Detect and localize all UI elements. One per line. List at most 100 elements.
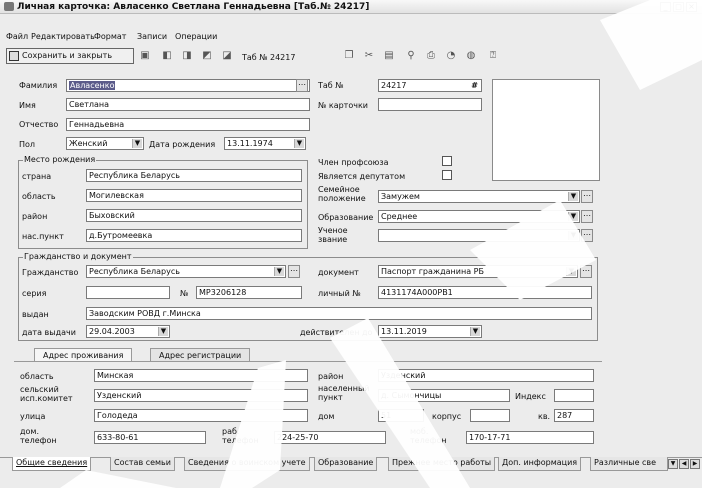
education-label: Образование bbox=[318, 213, 374, 222]
sex-select[interactable]: Женский ▼ bbox=[66, 137, 144, 150]
doc-lookup-button[interactable]: ⋯ bbox=[580, 265, 592, 278]
save-icon[interactable]: ▣ bbox=[138, 49, 152, 63]
addr-district-label: район bbox=[318, 372, 344, 381]
attach-icon[interactable]: ◍ bbox=[464, 49, 478, 63]
issue-date-dropdown-icon[interactable]: ▼ bbox=[158, 327, 168, 336]
bp-district-input[interactable]: Быховский bbox=[86, 209, 302, 222]
minimize-button[interactable]: _ bbox=[660, 2, 671, 12]
personal-no-input[interactable]: 4131174А000РВ1 bbox=[378, 286, 592, 299]
citizenship-lookup-button[interactable]: ⋯ bbox=[288, 265, 300, 278]
copy-icon[interactable]: ❐ bbox=[342, 49, 356, 63]
marital-select[interactable]: Замужем ▼ bbox=[378, 190, 580, 203]
tab-misc[interactable]: Различные све bbox=[590, 457, 668, 471]
paste-icon[interactable]: ▤ bbox=[382, 49, 396, 63]
cardno-input[interactable] bbox=[378, 98, 482, 111]
citizenship-dropdown-icon[interactable]: ▼ bbox=[274, 267, 284, 276]
series-input[interactable] bbox=[86, 286, 170, 299]
addr-region-input[interactable]: Минская bbox=[94, 369, 308, 382]
work-phone-input[interactable]: 224-25-70 bbox=[274, 431, 386, 444]
mobile-input[interactable]: 170-17-71 bbox=[466, 431, 594, 444]
union-label: Член профсоюза bbox=[318, 158, 389, 167]
window-title: Личная карточка: Авласенко Светлана Генн… bbox=[17, 2, 370, 12]
issued-input[interactable]: Заводским РОВД г.Минска bbox=[86, 307, 592, 320]
close-button[interactable]: × bbox=[686, 2, 697, 12]
doc-dropdown-icon[interactable]: ▼ bbox=[566, 267, 576, 276]
home-phone-input[interactable]: 633-80-61 bbox=[94, 431, 206, 444]
name-input[interactable]: Светлана bbox=[66, 98, 310, 111]
series-label: серия bbox=[22, 289, 47, 298]
tab-address-living[interactable]: Адрес проживания bbox=[34, 348, 133, 362]
help-icon[interactable]: ⍰ bbox=[486, 49, 500, 63]
print-icon[interactable]: ⎙ bbox=[424, 49, 438, 63]
education-select[interactable]: Среднее ▼ bbox=[378, 210, 580, 223]
tab-previous-job[interactable]: Прежнее место работы bbox=[388, 457, 496, 471]
menu-file[interactable]: Файл bbox=[6, 32, 28, 41]
tab-address-registration[interactable]: Адрес регистрации bbox=[150, 348, 251, 362]
preview-icon[interactable]: ◔ bbox=[444, 49, 458, 63]
bp-country-input[interactable]: Республика Беларусь bbox=[86, 169, 302, 182]
maximize-button[interactable]: □ bbox=[673, 2, 684, 12]
first-record-icon[interactable]: ◧ bbox=[160, 49, 174, 63]
tabno-label: Таб № bbox=[318, 81, 344, 90]
bp-region-input[interactable]: Могилевская bbox=[86, 189, 302, 202]
addr-settlement-input[interactable]: д. Сымончицы bbox=[378, 389, 510, 402]
tab-extra-info[interactable]: Доп. информация bbox=[498, 457, 582, 471]
menu-records[interactable]: Записи bbox=[137, 32, 167, 41]
save-close-label: Сохранить и закрыть bbox=[22, 51, 113, 60]
addr-council-label: сельский исп.комитет bbox=[20, 385, 73, 403]
tabs-scroll-left-icon[interactable]: ◀ bbox=[679, 459, 689, 469]
addr-council-input[interactable]: Узденский bbox=[94, 389, 308, 402]
degree-lookup-button[interactable]: ⋯ bbox=[581, 229, 593, 242]
union-checkbox[interactable] bbox=[442, 156, 452, 166]
addr-flat-input[interactable]: 287 bbox=[554, 409, 594, 422]
cardno-label: № карточки bbox=[318, 101, 368, 110]
patronymic-input[interactable]: Геннадьевна bbox=[66, 118, 310, 131]
addr-district-input[interactable]: Узденский bbox=[378, 369, 594, 382]
surname-input[interactable]: Авласенко bbox=[66, 79, 310, 92]
save-close-button[interactable]: Сохранить и закрыть bbox=[6, 48, 134, 64]
citizenship-select[interactable]: Республика Беларусь ▼ bbox=[86, 265, 286, 278]
photo-box[interactable] bbox=[492, 79, 600, 181]
marital-dropdown-icon[interactable]: ▼ bbox=[568, 192, 578, 201]
valid-dropdown-icon[interactable]: ▼ bbox=[470, 327, 480, 336]
degree-dropdown-icon[interactable]: ▼ bbox=[568, 231, 578, 240]
doc-select[interactable]: Паспорт гражданина РБ ▼ bbox=[378, 265, 578, 278]
tabno-input[interactable]: 24217 # bbox=[378, 79, 482, 92]
deputy-checkbox[interactable] bbox=[442, 170, 452, 180]
issue-date-input[interactable]: 29.04.2003 ▼ bbox=[86, 325, 170, 338]
addr-street-input[interactable]: Голодеда bbox=[94, 409, 308, 422]
tab-education[interactable]: Образование bbox=[314, 457, 378, 471]
tab-military[interactable]: Сведения о воинском учете bbox=[184, 457, 310, 471]
addr-index-input[interactable] bbox=[554, 389, 594, 402]
bp-settlement-input[interactable]: д.Бутромеевка bbox=[86, 229, 302, 242]
find-icon[interactable]: ⚲ bbox=[404, 49, 418, 63]
menu-edit[interactable]: Редактировать bbox=[31, 32, 95, 41]
tab-family[interactable]: Состав семьи bbox=[110, 457, 175, 471]
addr-block-input[interactable] bbox=[470, 409, 510, 422]
cut-icon[interactable]: ✂ bbox=[362, 49, 376, 63]
number-input[interactable]: МР3206128 bbox=[196, 286, 302, 299]
education-lookup-button[interactable]: ⋯ bbox=[581, 210, 593, 223]
menu-operations[interactable]: Операции bbox=[175, 32, 217, 41]
degree-select[interactable]: ▼ bbox=[378, 229, 580, 242]
valid-input[interactable]: 13.11.2019 ▼ bbox=[378, 325, 482, 338]
surname-lookup-button[interactable]: ⋯ bbox=[296, 79, 308, 92]
tabs-dropdown-icon[interactable]: ▼ bbox=[668, 459, 678, 469]
marital-lookup-button[interactable]: ⋯ bbox=[581, 190, 593, 203]
patronymic-label: Отчество bbox=[19, 120, 59, 129]
doc-label: документ bbox=[318, 268, 359, 277]
menu-format[interactable]: Формат bbox=[94, 32, 126, 41]
education-dropdown-icon[interactable]: ▼ bbox=[568, 212, 578, 221]
tab-general[interactable]: Общие сведения bbox=[12, 457, 92, 471]
sex-dropdown-icon[interactable]: ▼ bbox=[132, 139, 142, 148]
addr-house-input[interactable]: 51 bbox=[378, 409, 424, 422]
next-record-icon[interactable]: ◩ bbox=[200, 49, 214, 63]
last-record-icon[interactable]: ◪ bbox=[220, 49, 234, 63]
birthdate-dropdown-icon[interactable]: ▼ bbox=[294, 139, 304, 148]
tabno-hash-button[interactable]: # bbox=[471, 80, 478, 91]
mobile-label: моб. телефон bbox=[410, 427, 447, 445]
prev-record-icon[interactable]: ◨ bbox=[180, 49, 194, 63]
surname-value: Авласенко bbox=[69, 81, 116, 90]
birthdate-input[interactable]: 13.11.1974 ▼ bbox=[224, 137, 306, 150]
tabs-scroll-right-icon[interactable]: ▶ bbox=[690, 459, 700, 469]
